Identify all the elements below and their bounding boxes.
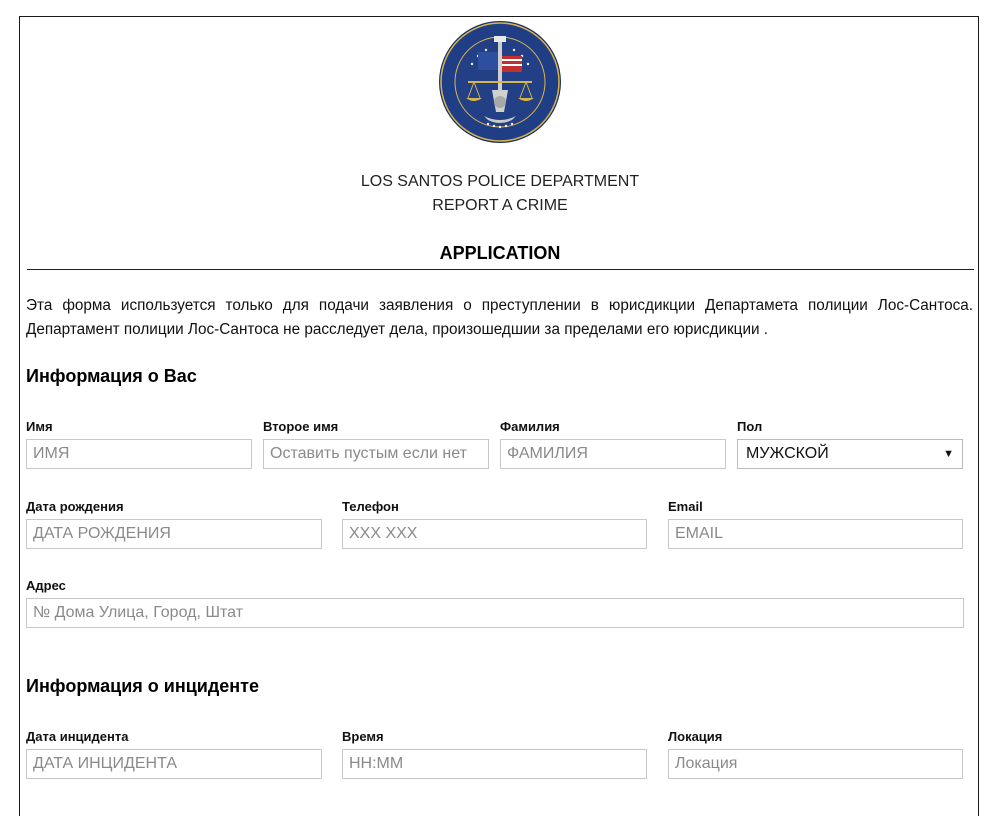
address-input[interactable] bbox=[26, 598, 964, 628]
address-label: Адрес bbox=[26, 578, 66, 593]
intro-paragraph: Эта форма используется только для подачи… bbox=[26, 297, 973, 338]
middle-name-label: Второе имя bbox=[263, 419, 339, 434]
last-name-input[interactable] bbox=[500, 439, 726, 469]
dropdown-arrow-icon: ▼ bbox=[943, 448, 954, 460]
section-heading-personal: Информация о Вас bbox=[26, 366, 197, 386]
agency-name: LOS SANTOS POLICE DEPARTMENT bbox=[360, 173, 640, 190]
incident-date-input[interactable] bbox=[26, 749, 322, 779]
gender-select[interactable]: МУЖСКОЙ ▼ bbox=[737, 439, 963, 469]
phone-label: Телефон bbox=[342, 499, 399, 514]
incident-location-input[interactable] bbox=[668, 749, 963, 779]
dob-input[interactable] bbox=[26, 519, 322, 549]
incident-date-label: Дата инцидента bbox=[26, 729, 129, 744]
middle-name-input[interactable] bbox=[263, 439, 489, 469]
gender-selected-value: МУЖСКОЙ bbox=[746, 445, 829, 462]
phone-input[interactable] bbox=[342, 519, 647, 549]
incident-location-label: Локация bbox=[668, 729, 723, 744]
section-heading-incident: Информация о инциденте bbox=[26, 676, 259, 696]
lspd-seal-logo bbox=[439, 21, 561, 143]
form-title: APPLICATION bbox=[439, 243, 561, 263]
first-name-input[interactable] bbox=[26, 439, 252, 469]
incident-time-label: Время bbox=[342, 729, 384, 744]
first-name-label: Имя bbox=[26, 419, 53, 434]
incident-time-input[interactable] bbox=[342, 749, 647, 779]
gender-label: Пол bbox=[737, 419, 763, 434]
email-label: Email bbox=[668, 499, 703, 514]
last-name-label: Фамилия bbox=[500, 419, 560, 434]
dob-label: Дата рождения bbox=[26, 499, 124, 514]
title-divider bbox=[27, 269, 974, 270]
page-subtitle: REPORT A CRIME bbox=[432, 197, 568, 214]
email-input[interactable] bbox=[668, 519, 963, 549]
